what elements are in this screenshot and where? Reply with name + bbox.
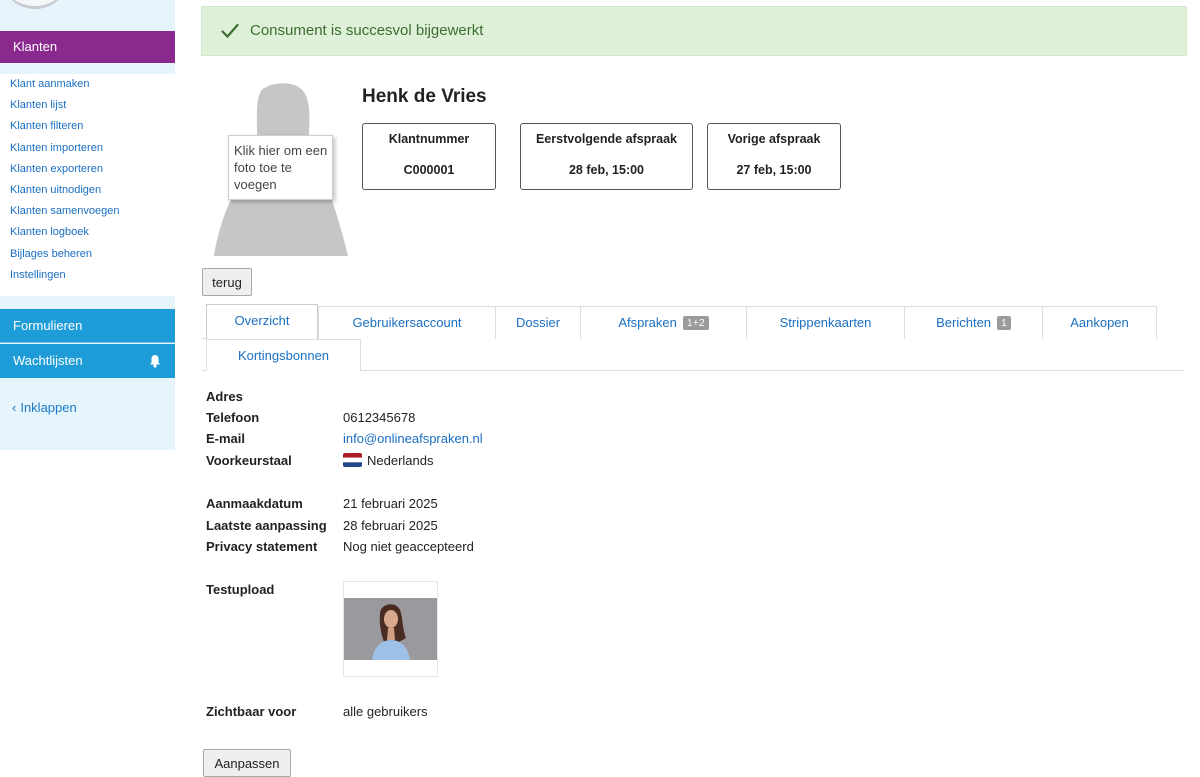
submenu-klanten-lijst[interactable]: Klanten lijst <box>0 95 175 116</box>
edit-button[interactable]: Aanpassen <box>203 749 291 777</box>
card-label: Eerstvolgende afspraak <box>535 132 678 146</box>
upload-thumbnail[interactable] <box>343 581 438 677</box>
detail-value: 0612345678 <box>343 410 416 425</box>
submenu-klant-aanmaken[interactable]: Klant aanmaken <box>0 74 175 95</box>
submenu-klanten-importeren[interactable]: Klanten importeren <box>0 138 175 159</box>
submenu-bijlages-beheren[interactable]: Bijlages beheren <box>0 244 175 265</box>
collapse-label: Inklappen <box>20 400 77 415</box>
detail-label: Laatste aanpassing <box>206 518 327 533</box>
card-value: 28 feb, 15:00 <box>568 163 645 177</box>
detail-value: Nog niet geaccepteerd <box>343 539 474 554</box>
card-label: Klantnummer <box>388 132 470 146</box>
count-badge: 1+2 <box>682 316 709 330</box>
card-next-appointment: Eerstvolgende afspraak 28 feb, 15:00 <box>520 123 693 190</box>
sidebar: Klanten Klant aanmaken Klanten lijst Kla… <box>0 0 175 450</box>
tab-label: Berichten <box>936 315 992 330</box>
sidebar-submenu: Klant aanmaken Klanten lijst Klanten fil… <box>0 74 175 296</box>
tab-kortingsbonnen[interactable]: Kortingsbonnen <box>206 339 361 371</box>
tab-dossier[interactable]: Dossier <box>495 306 581 339</box>
upload-image <box>344 598 437 660</box>
detail-value: alle gebruikers <box>343 704 428 719</box>
tab-label: Afspraken <box>618 315 677 330</box>
detail-value-wrap: Nederlands <box>343 450 434 471</box>
detail-label: Voorkeurstaal <box>206 453 292 468</box>
tab-berichten[interactable]: Berichten 1 <box>904 306 1043 339</box>
check-icon <box>221 23 239 39</box>
submenu-klanten-samenvoegen[interactable]: Klanten samenvoegen <box>0 201 175 222</box>
count-badge: 1 <box>997 316 1011 330</box>
card-label: Vorige afspraak <box>727 132 821 146</box>
submenu-klanten-filteren[interactable]: Klanten filteren <box>0 116 175 137</box>
submenu-klanten-logboek[interactable]: Klanten logboek <box>0 222 175 243</box>
detail-label: E-mail <box>206 431 246 446</box>
card-previous-appointment: Vorige afspraak 27 feb, 15:00 <box>707 123 841 190</box>
card-value: 27 feb, 15:00 <box>736 163 812 177</box>
email-link[interactable]: info@onlineafspraken.nl <box>343 428 483 449</box>
tab-gebruikersaccount[interactable]: Gebruikersaccount <box>318 306 496 339</box>
chevron-left-icon: ‹ <box>12 400 17 415</box>
back-button[interactable]: terug <box>202 268 252 296</box>
tab-overzicht[interactable]: Overzicht <box>206 304 318 339</box>
tab-aankopen[interactable]: Aankopen <box>1042 306 1157 339</box>
detail-label: Adres <box>206 389 243 404</box>
submenu-klanten-exporteren[interactable]: Klanten exporteren <box>0 159 175 180</box>
add-photo-tooltip[interactable]: Klik hier om een foto toe te voegen <box>228 135 333 200</box>
alert-message: Consument is succesvol bijgewerkt <box>250 22 484 39</box>
flag-nl-icon <box>343 453 362 467</box>
success-alert: Consument is succesvol bijgewerkt <box>201 6 1187 56</box>
tab-strippenkaarten[interactable]: Strippenkaarten <box>746 306 905 339</box>
sidebar-item-label: Wachtlijsten <box>13 353 83 368</box>
collapse-button[interactable]: ‹ Inklappen <box>12 400 77 415</box>
bell-icon <box>150 355 160 368</box>
detail-label: Zichtbaar voor <box>206 704 297 719</box>
detail-label: Aanmaakdatum <box>206 496 303 511</box>
detail-value: 21 februari 2025 <box>343 496 438 511</box>
sidebar-item-formulieren[interactable]: Formulieren <box>0 309 175 343</box>
detail-label: Testupload <box>206 582 275 597</box>
client-name: Henk de Vries <box>362 86 487 107</box>
submenu-instellingen[interactable]: Instellingen <box>0 265 175 286</box>
logo <box>0 0 70 9</box>
detail-label: Telefoon <box>206 410 260 425</box>
detail-label: Privacy statement <box>206 539 318 554</box>
submenu-klanten-uitnodigen[interactable]: Klanten uitnodigen <box>0 180 175 201</box>
sidebar-item-klanten[interactable]: Klanten <box>0 31 175 63</box>
card-value: C000001 <box>403 163 455 177</box>
detail-value: Nederlands <box>367 453 434 468</box>
tab-afspraken[interactable]: Afspraken 1+2 <box>580 306 747 339</box>
sidebar-item-wachtlijsten[interactable]: Wachtlijsten <box>0 344 175 378</box>
detail-value: 28 februari 2025 <box>343 518 438 533</box>
card-klantnummer: Klantnummer C000001 <box>362 123 496 190</box>
